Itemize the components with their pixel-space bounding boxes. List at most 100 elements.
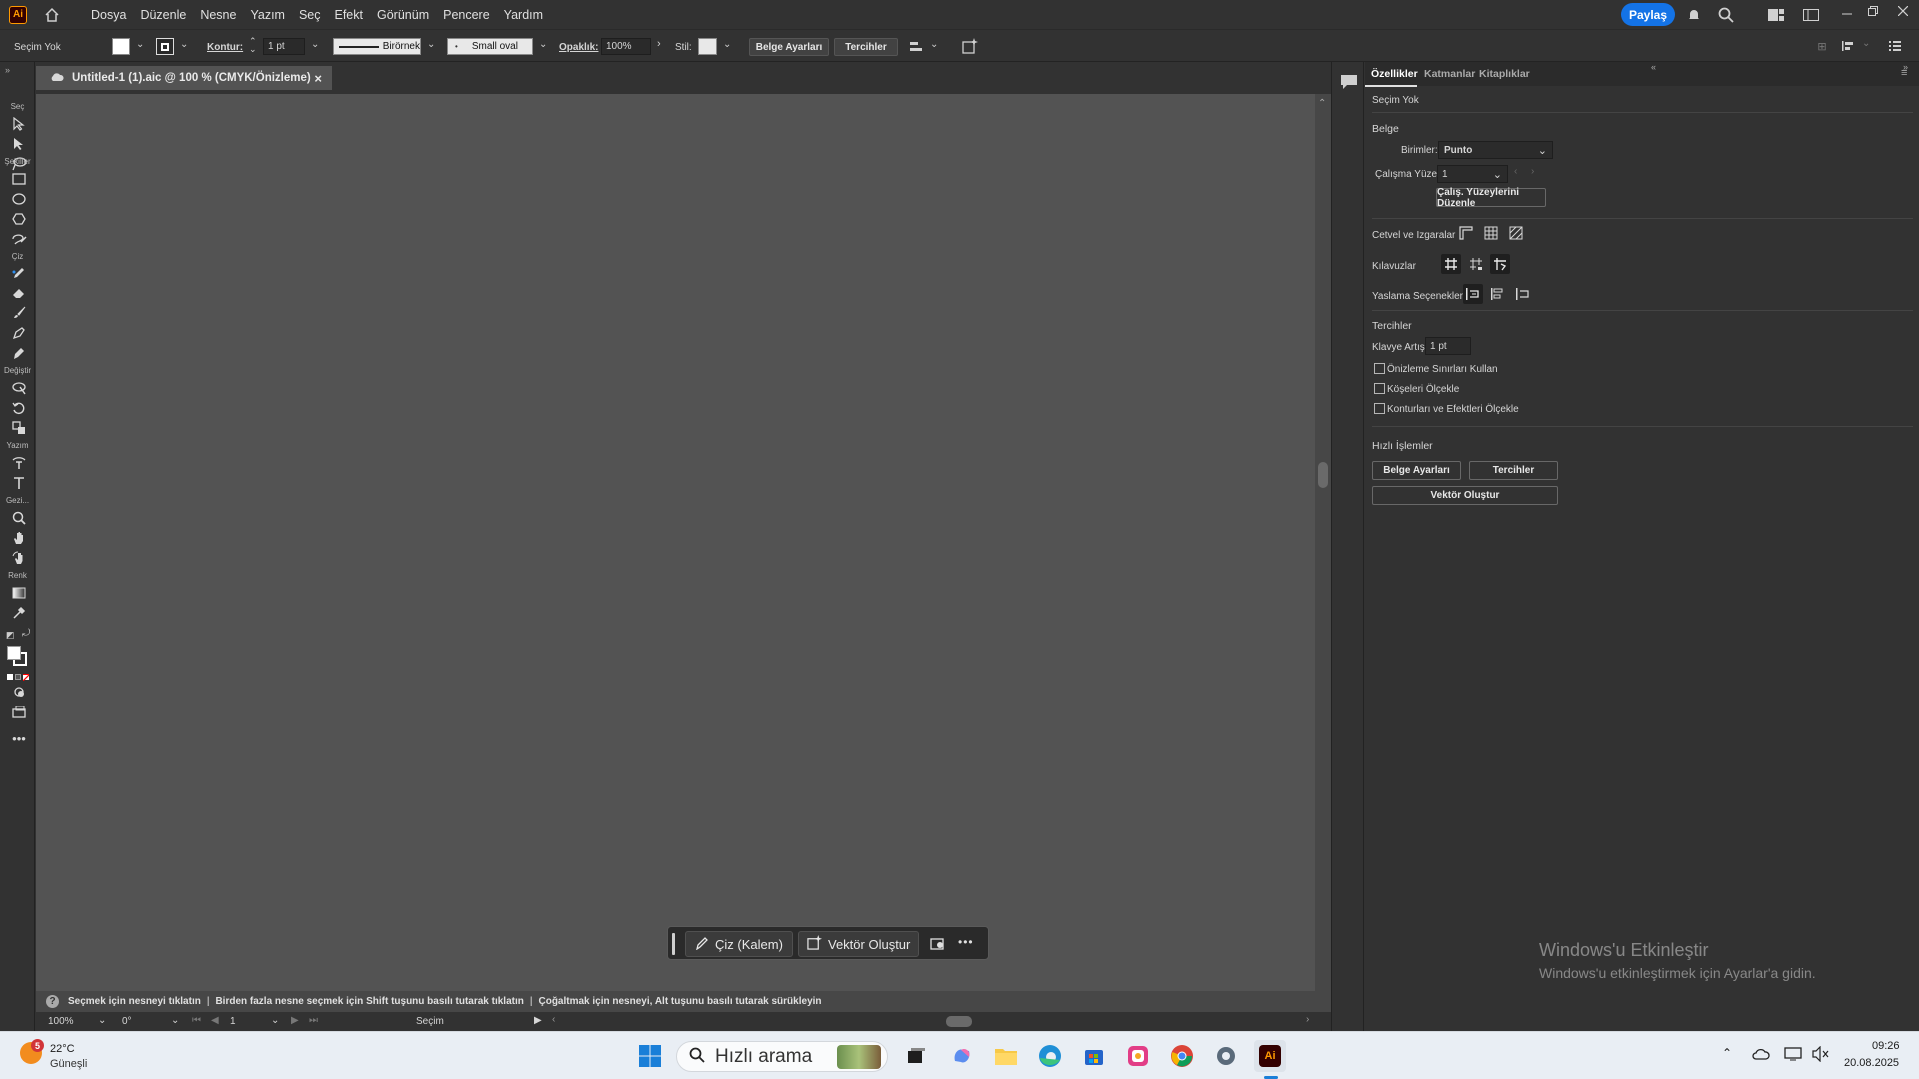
preferences-button[interactable]: Tercihler — [834, 38, 898, 56]
settings-icon[interactable] — [1210, 1040, 1242, 1072]
rotate-view-tool-icon[interactable] — [9, 548, 29, 568]
image-settings-icon[interactable] — [930, 936, 946, 954]
menu-nesne[interactable]: Nesne — [200, 8, 236, 22]
edge-icon[interactable] — [1034, 1040, 1066, 1072]
search-icon[interactable] — [1716, 5, 1736, 25]
fill-color-swatch[interactable] — [7, 646, 21, 660]
create-vector-button[interactable]: Vektör Oluştur — [798, 931, 919, 957]
file-explorer-icon[interactable] — [990, 1040, 1022, 1072]
scroll-left-icon[interactable]: ‹ — [552, 1014, 555, 1025]
collapse-panels-icon[interactable]: « — [1651, 62, 1656, 72]
artboard-number[interactable]: 1 — [230, 1016, 236, 1027]
chevron-down-icon[interactable]: ⌄ — [136, 39, 144, 50]
scale-tool-icon[interactable] — [9, 418, 29, 438]
minimize-icon[interactable] — [1838, 4, 1856, 22]
default-colors-icon[interactable]: ◩ — [6, 630, 15, 641]
selection-tool-icon[interactable] — [9, 114, 29, 134]
last-artboard-icon[interactable]: ⏭ — [309, 1015, 318, 1026]
store-icon[interactable] — [1078, 1040, 1110, 1072]
chrome-icon[interactable] — [1166, 1040, 1198, 1072]
copilot-icon[interactable] — [946, 1040, 978, 1072]
stroke-profile-select[interactable]: Birörnek — [333, 38, 421, 55]
menu-sec[interactable]: Seç — [299, 8, 321, 22]
chevron-down-icon[interactable]: ⌄ — [539, 39, 547, 50]
align-options-icon[interactable] — [1840, 37, 1858, 55]
type-tool-icon[interactable] — [9, 473, 29, 493]
style-swatch[interactable] — [698, 38, 717, 55]
direct-selection-tool-icon[interactable] — [9, 134, 29, 154]
workspace-icon[interactable] — [1766, 6, 1786, 24]
blob-brush-tool-icon[interactable] — [9, 323, 29, 343]
expand-panels-icon[interactable]: » — [1903, 62, 1908, 72]
pencil-tool-icon[interactable] — [9, 263, 29, 283]
windows-start-icon[interactable] — [634, 1040, 666, 1072]
chevron-down-icon[interactable]: ⌄ — [180, 39, 188, 50]
units-select[interactable]: Punto ⌄ — [1438, 141, 1553, 159]
canvas[interactable] — [36, 94, 1315, 991]
scale-corners-checkbox[interactable] — [1374, 383, 1385, 394]
collapse-icon[interactable]: » — [5, 65, 10, 75]
grid-icon[interactable] — [1481, 223, 1501, 243]
align-icon[interactable] — [906, 37, 926, 57]
status-menu-icon[interactable]: ▶ — [534, 1015, 542, 1026]
document-tab[interactable]: Untitled-1 (1).aic @ 100 % (CMYK/Önizlem… — [36, 66, 332, 90]
first-artboard-icon[interactable]: ⏮ — [192, 1015, 201, 1026]
scroll-up-icon[interactable]: ⌃ — [1318, 98, 1326, 109]
close-icon[interactable] — [1894, 2, 1912, 20]
show-guides-icon[interactable] — [1441, 254, 1461, 274]
chevron-down-icon[interactable]: ⌄ — [98, 1015, 106, 1026]
task-view-icon[interactable] — [900, 1040, 932, 1072]
keyboard-increment-input[interactable]: 1 pt — [1425, 337, 1471, 355]
rotate-tool-icon[interactable] — [9, 398, 29, 418]
stepper-icon[interactable]: ⌃ ⌄ — [249, 37, 257, 54]
shaper-tool-icon[interactable] — [9, 229, 29, 249]
gradient-tool-icon[interactable] — [9, 583, 29, 603]
lock-guides-icon[interactable] — [1466, 254, 1486, 274]
onedrive-icon[interactable] — [1752, 1047, 1770, 1064]
scroll-thumb[interactable] — [1318, 462, 1328, 488]
panel-menu-icon[interactable] — [1886, 37, 1904, 55]
chevron-down-icon[interactable]: ⌄ — [723, 39, 731, 50]
opacity-label[interactable]: Opaklık: — [559, 42, 598, 53]
restore-icon[interactable] — [1864, 2, 1882, 20]
prev-artboard-icon[interactable]: ◀ — [211, 1015, 219, 1026]
scale-strokes-checkbox[interactable] — [1374, 403, 1385, 414]
gradient-mode-icon[interactable] — [15, 674, 21, 680]
stroke-weight-input[interactable]: 1 pt — [263, 38, 305, 55]
chevron-down-icon[interactable]: ⌄ — [311, 39, 319, 50]
network-icon[interactable] — [1784, 1047, 1802, 1064]
clock-date[interactable]: 20.08.2025 — [1844, 1057, 1899, 1069]
menu-dosya[interactable]: Dosya — [91, 8, 126, 22]
taskbar-search[interactable]: Hızlı arama — [676, 1041, 888, 1072]
more-tools-icon[interactable]: ••• — [9, 728, 29, 748]
chevron-down-icon[interactable]: ⌄ — [427, 39, 435, 50]
type-on-path-tool-icon[interactable] — [9, 453, 29, 473]
scroll-right-icon[interactable]: › — [1306, 1014, 1309, 1025]
prev-artboard-icon[interactable]: ‹ — [1514, 166, 1517, 177]
next-artboard-icon[interactable]: › — [1531, 166, 1534, 177]
hand-tool-icon[interactable] — [9, 528, 29, 548]
photo-app-icon[interactable] — [1122, 1040, 1154, 1072]
transform-icon[interactable]: ⊞ — [1813, 37, 1831, 55]
screen-mode-icon[interactable] — [9, 702, 29, 722]
document-settings-button[interactable]: Belge Ayarları — [749, 38, 829, 56]
qa-create-vector-button[interactable]: Vektör Oluştur — [1372, 486, 1558, 505]
fill-swatch[interactable] — [112, 38, 130, 55]
horizontal-scroll-thumb[interactable] — [946, 1016, 972, 1027]
preview-bounds-checkbox[interactable] — [1374, 363, 1385, 374]
tab-close-icon[interactable]: × — [314, 71, 322, 86]
pen-tool-icon[interactable] — [9, 343, 29, 363]
chevron-down-icon[interactable]: ⌄ — [930, 39, 938, 50]
draw-pen-button[interactable]: Çiz (Kalem) — [685, 931, 793, 957]
smart-guides-icon[interactable] — [1490, 254, 1510, 274]
menu-gorunum[interactable]: Görünüm — [377, 8, 429, 22]
none-mode-icon[interactable] — [23, 674, 29, 681]
menu-pencere[interactable]: Pencere — [443, 8, 490, 22]
zoom-tool-icon[interactable] — [9, 508, 29, 528]
zoom-level[interactable]: 100% — [48, 1016, 74, 1027]
draw-mode-icon[interactable] — [9, 682, 29, 702]
edit-artboards-button[interactable]: Çalış. Yüzeylerini Düzenle — [1436, 187, 1546, 209]
qa-preferences-button[interactable]: Tercihler — [1469, 461, 1558, 480]
help-icon[interactable]: ? — [46, 995, 59, 1008]
chevron-right-icon[interactable]: › — [657, 38, 661, 50]
